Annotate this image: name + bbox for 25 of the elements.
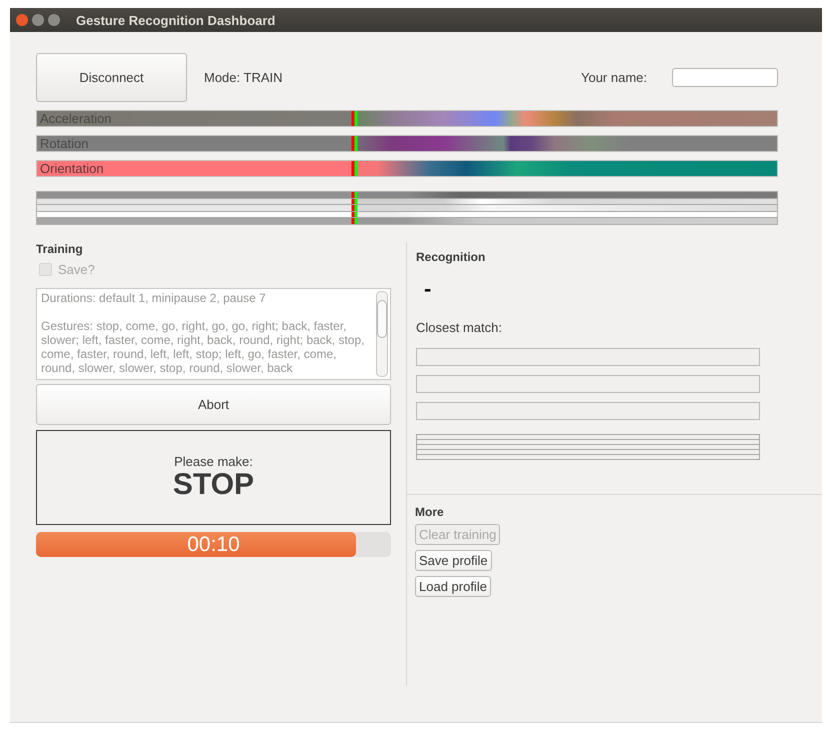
mode-label: Mode: TRAIN	[204, 70, 283, 85]
script-text: Gestures: stop, come, go, right, go, go, right; back, faster, slower; left, faster, come, right, back, round, right; back, stop, come, faster, round, left, left, stop; left, go, faster, come, round, slower, slower, stop, round, slower, back	[41, 319, 366, 375]
section-title: Training	[36, 242, 84, 256]
disconnect-button[interactable]: Disconnect	[36, 53, 187, 102]
prompt-label: Please make:	[174, 454, 253, 469]
recognition-result: -	[424, 276, 432, 302]
close-icon[interactable]	[16, 14, 28, 26]
script-text-area[interactable]	[36, 288, 391, 380]
strip-label: Orientation	[40, 161, 104, 176]
abort-button[interactable]: Abort	[36, 384, 391, 425]
closest-match-label: Closest match:	[416, 320, 503, 335]
name-input[interactable]	[672, 68, 778, 87]
maximize-icon[interactable]	[48, 14, 60, 26]
script-text: Durations: default 1, minipause 2, pause 7	[41, 291, 267, 305]
name-label: Your name:	[580, 70, 647, 85]
checkbox-label: Save?	[58, 262, 95, 277]
timer-text: 00:10	[186, 532, 241, 557]
window-title: Gesture Recognition Dashboard	[76, 12, 276, 28]
profile-button[interactable]: Save profile	[415, 550, 492, 571]
profile-button[interactable]: Load profile	[415, 576, 491, 597]
section-title: More	[415, 505, 444, 519]
section-title: Recognition	[416, 250, 486, 264]
gesture-name: STOP	[172, 469, 254, 501]
minimize-icon[interactable]	[32, 14, 44, 26]
scrollbar[interactable]	[376, 291, 388, 377]
